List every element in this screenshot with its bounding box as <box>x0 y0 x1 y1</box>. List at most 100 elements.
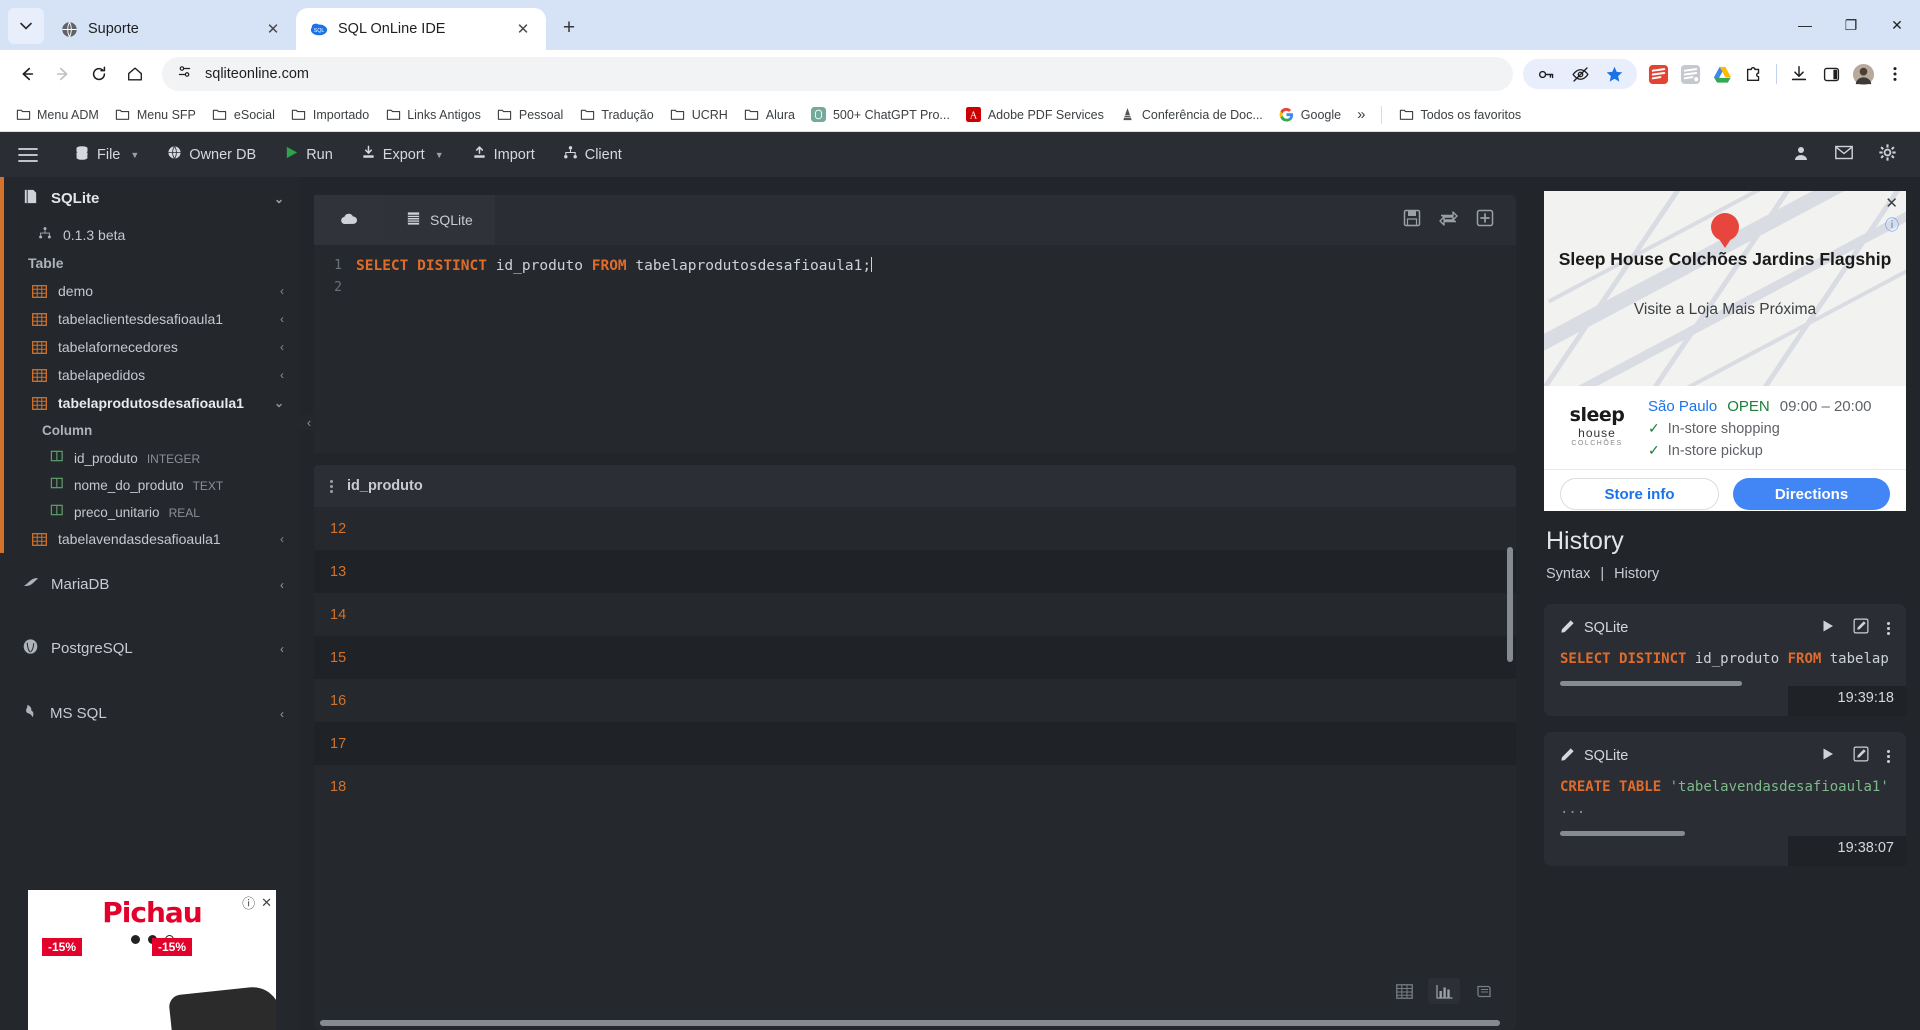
chevron-right-icon[interactable]: ‹ <box>280 578 284 592</box>
bookmark-alura[interactable]: Alura <box>737 104 802 126</box>
bookmarks-overflow-button[interactable]: » <box>1350 103 1372 126</box>
forward-button[interactable] <box>46 57 80 91</box>
bookmark-google[interactable]: Google <box>1272 104 1348 126</box>
book-view-icon[interactable] <box>1468 978 1500 1004</box>
chrome-menu-icon[interactable] <box>1880 59 1910 89</box>
history-entry[interactable]: SQLite CREATE TABLE 'tabelavendasdesafio… <box>1544 732 1906 866</box>
run-button[interactable]: Run <box>270 132 347 177</box>
url-text[interactable]: sqliteonline.com <box>205 66 309 82</box>
sidebar-table-demo[interactable]: demo ‹ <box>0 277 300 305</box>
bookmark-menu-sfp[interactable]: Menu SFP <box>108 104 203 126</box>
carousel-dot[interactable] <box>130 935 140 944</box>
tab-cloud[interactable] <box>314 195 384 245</box>
back-button[interactable] <box>10 57 44 91</box>
table-view-icon[interactable] <box>1388 978 1420 1004</box>
sidebar-item-mariadb[interactable]: MariaDB ‹ <box>0 553 300 616</box>
hamburger-menu-button[interactable] <box>18 132 60 177</box>
tab-syntax[interactable]: Syntax <box>1546 566 1590 582</box>
address-bar[interactable]: sqliteonline.com <box>162 57 1513 91</box>
sidebar-advertisement[interactable]: ⓘ ✕ Pichau -15% -15% <box>28 890 276 1030</box>
results-horizontal-scrollbar[interactable] <box>320 1020 1500 1026</box>
save-icon[interactable] <box>1403 209 1421 232</box>
edit-icon[interactable] <box>1853 618 1869 638</box>
tab-history[interactable]: History <box>1614 566 1659 582</box>
close-icon[interactable]: ✕ <box>512 18 534 40</box>
extensions-puzzle-icon[interactable] <box>1739 59 1769 89</box>
tab-search-button[interactable] <box>8 8 44 44</box>
gear-icon[interactable] <box>1879 144 1896 165</box>
bookmark-conferencia-de-documentos[interactable]: Conferência de Doc... <box>1113 104 1270 126</box>
bookmark-ucrh[interactable]: UCRH <box>663 104 735 126</box>
table-row[interactable]: 14 <box>314 593 1516 636</box>
chart-view-icon[interactable] <box>1428 978 1460 1004</box>
column-menu-icon[interactable] <box>330 479 333 493</box>
sidebar-table-tabelafornecedores[interactable]: tabelafornecedores ‹ <box>0 333 300 361</box>
browser-tab-suporte[interactable]: Suporte ✕ <box>46 8 296 50</box>
sidebar-column-preco-unitario[interactable]: preco_unitario REAL <box>0 498 300 525</box>
bookmark-pessoal[interactable]: Pessoal <box>490 104 570 126</box>
file-menu-button[interactable]: File ▼ <box>60 132 153 177</box>
bookmark-star-icon[interactable] <box>1599 59 1629 89</box>
export-button[interactable]: Export ▼ <box>347 132 458 177</box>
sidebar-item-ms-sql[interactable]: MS SQL ‹ <box>0 681 300 746</box>
run-icon[interactable] <box>1821 747 1835 765</box>
bookmark-links-antigos[interactable]: Links Antigos <box>378 104 488 126</box>
client-button[interactable]: Client <box>549 132 636 177</box>
history-entry-scrollbar[interactable] <box>1560 681 1742 686</box>
sidebar-table-tabelapedidos[interactable]: tabelapedidos ‹ <box>0 361 300 389</box>
add-tab-icon[interactable] <box>1476 209 1494 232</box>
table-row[interactable]: 13 <box>314 550 1516 593</box>
incognito-eye-icon[interactable] <box>1565 59 1595 89</box>
tab-sqlite[interactable]: SQLite <box>384 195 495 245</box>
password-key-icon[interactable] <box>1531 59 1561 89</box>
owner-db-button[interactable]: Owner DB <box>153 132 270 177</box>
table-row[interactable]: 12 <box>314 507 1516 550</box>
sidebar-column-nome-do-produto[interactable]: nome_do_produto TEXT <box>0 471 300 498</box>
side-panel-icon[interactable] <box>1816 59 1846 89</box>
import-button[interactable]: Import <box>458 132 549 177</box>
ad-info-icon[interactable]: ⓘ <box>242 893 255 912</box>
bookmark-menu-adm[interactable]: Menu ADM <box>8 104 106 126</box>
table-row[interactable]: 15 <box>314 636 1516 679</box>
reload-button[interactable] <box>82 57 116 91</box>
home-button[interactable] <box>118 57 152 91</box>
more-icon[interactable] <box>1887 749 1890 763</box>
sidebar-table-tabelaclientesdesafioaula1[interactable]: tabelaclientesdesafioaula1 ‹ <box>0 305 300 333</box>
sidebar-table-tabelavendasdesafioaula1[interactable]: tabelavendasdesafioaula1 ‹ <box>0 525 300 553</box>
sidebar-item-postgresql[interactable]: PostgreSQL ‹ <box>0 616 300 681</box>
bookmark-esocial[interactable]: eSocial <box>205 104 282 126</box>
store-info-button[interactable]: Store info <box>1560 478 1719 510</box>
profile-avatar[interactable] <box>1848 59 1878 89</box>
results-column-header[interactable]: id_produto <box>347 478 423 494</box>
downloads-icon[interactable] <box>1784 59 1814 89</box>
maximize-button[interactable]: ❐ <box>1828 0 1874 50</box>
sql-code-editor[interactable]: 1 SELECT DISTINCT id_produto FROM tabela… <box>314 245 1516 453</box>
sidebar-collapse-handle[interactable]: ‹ <box>300 415 318 430</box>
run-icon[interactable] <box>1821 619 1835 637</box>
ad-info-icon[interactable]: ⓘ <box>1885 215 1899 235</box>
bookmark-chatgpt-prompts[interactable]: 500+ ChatGPT Pro... <box>804 104 957 126</box>
sidebar-version-row[interactable]: 0.1.3 beta <box>0 220 300 249</box>
close-window-button[interactable]: ✕ <box>1874 0 1920 50</box>
table-row[interactable]: 16 <box>314 679 1516 722</box>
sidebar-item-sqlite[interactable]: SQLite ⌄ <box>0 177 300 220</box>
history-entry[interactable]: SQLite SELECT DISTINCT id_produto FROM t… <box>1544 604 1906 716</box>
history-entry-scrollbar[interactable] <box>1560 831 1686 836</box>
mail-icon[interactable] <box>1835 145 1853 164</box>
sidebar-table-tabelaprodutosdesafioaula1[interactable]: tabelaprodutosdesafioaula1 ⌄ <box>0 389 300 417</box>
ad-close-icon[interactable]: ✕ <box>261 895 272 911</box>
bookmark-importado[interactable]: Importado <box>284 104 376 126</box>
chevron-right-icon[interactable]: ‹ <box>280 340 284 354</box>
sleep-house-advertisement[interactable]: Sleep House Colchões Jardins Flagship Vi… <box>1544 191 1906 511</box>
user-icon[interactable] <box>1793 145 1809 165</box>
table-row[interactable]: 18 <box>314 765 1516 808</box>
chevron-down-icon[interactable]: ⌄ <box>274 192 284 206</box>
edit-icon[interactable] <box>1853 746 1869 766</box>
chevron-right-icon[interactable]: ‹ <box>280 532 284 546</box>
chevron-right-icon[interactable]: ‹ <box>280 707 284 721</box>
bookmark-adobe-pdf-services[interactable]: A Adobe PDF Services <box>959 104 1111 126</box>
table-row[interactable]: 17 <box>314 722 1516 765</box>
close-icon[interactable]: ✕ <box>262 18 284 40</box>
new-tab-button[interactable]: + <box>552 11 586 45</box>
directions-button[interactable]: Directions <box>1733 478 1890 510</box>
